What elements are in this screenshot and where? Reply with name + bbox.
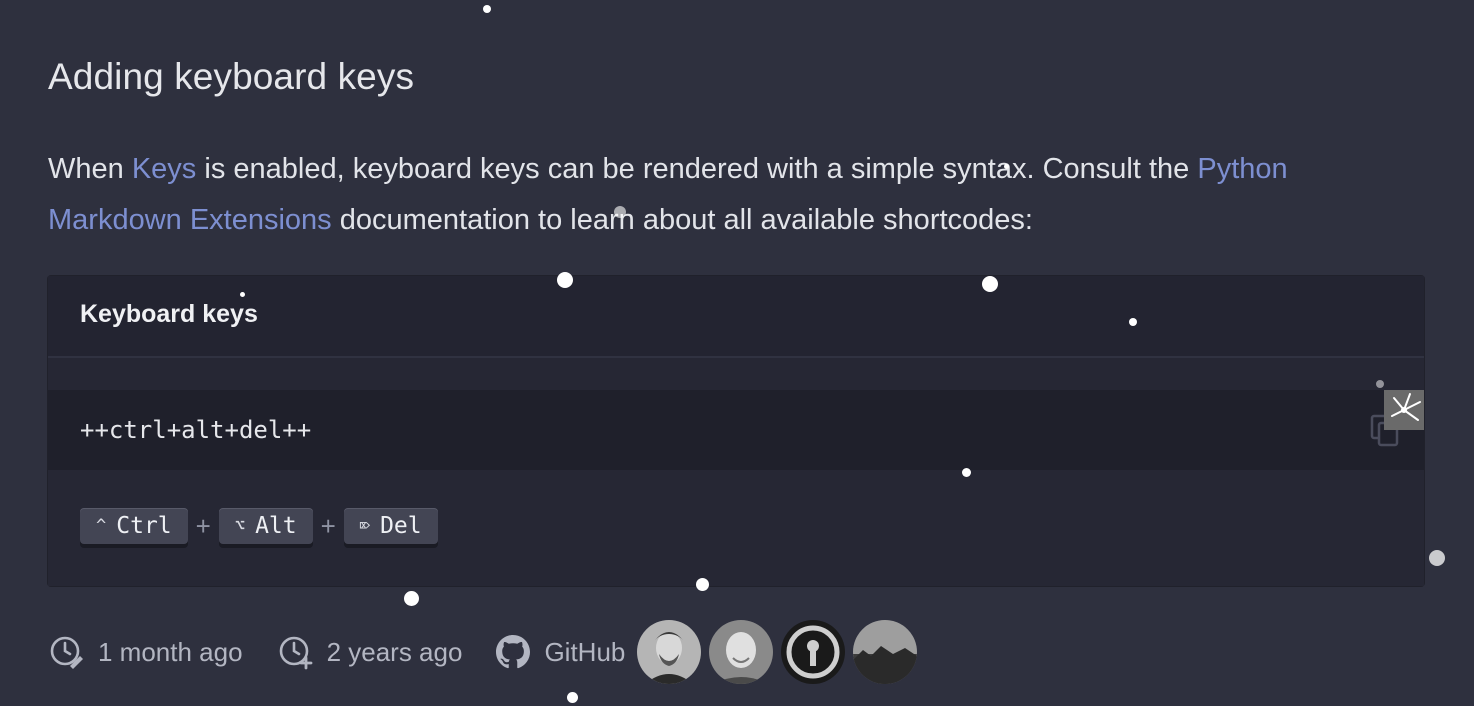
key-ctrl: ^ Ctrl [80, 508, 188, 544]
github-icon [496, 635, 531, 669]
contributor-avatar[interactable] [853, 620, 918, 684]
delete-symbol-icon: ⌦ [359, 516, 371, 536]
key-combo: ^ Ctrl + ⌥ Alt + ⌦ Del [80, 508, 438, 544]
code-block: ++ctrl+alt+del++ [48, 390, 1424, 470]
snow-particle [240, 292, 245, 297]
key-alt: ⌥ Alt [218, 508, 313, 544]
snow-particle [404, 591, 419, 606]
example-title: Keyboard keys [80, 300, 258, 328]
snow-particle [982, 276, 998, 292]
snow-particle [1429, 550, 1445, 566]
contributor-avatar[interactable] [637, 620, 702, 684]
sparkle-overlay [1384, 390, 1424, 430]
key-alt-label: Alt [255, 513, 297, 539]
snow-particle [1004, 164, 1009, 169]
intro-paragraph: When Keys is enabled, keyboard keys can … [48, 144, 1418, 246]
ctrl-symbol-icon: ^ [96, 516, 107, 536]
snow-particle [1129, 318, 1137, 326]
created-date: 2 years ago [277, 634, 463, 670]
page-heading: Adding keyboard keys [48, 56, 415, 97]
clock-edit-icon [50, 636, 83, 669]
key-del: ⌦ Del [343, 508, 438, 544]
snow-particle [962, 468, 971, 477]
created-date-text: 2 years ago [326, 636, 463, 667]
clock-plus-icon [279, 636, 312, 670]
intro-text-3: documentation to learn about all availab… [331, 204, 1033, 236]
source-link-text: GitHub [544, 636, 626, 667]
snow-particle [483, 5, 491, 13]
example-title-bar: Keyboard keys [48, 276, 1424, 358]
key-del-label: Del [380, 513, 422, 539]
last-updated-text: 1 month ago [98, 636, 243, 667]
source-link[interactable]: GitHub [496, 635, 625, 669]
key-separator: + [320, 510, 336, 541]
key-ctrl-label: Ctrl [116, 513, 172, 539]
last-updated: 1 month ago [48, 634, 243, 670]
intro-text-2: is enabled, keyboard keys can be rendere… [196, 153, 1198, 185]
contributors [637, 620, 918, 684]
snow-particle [557, 272, 573, 288]
rendered-output: ^ Ctrl + ⌥ Alt + ⌦ Del [48, 470, 1424, 586]
keys-link[interactable]: Keys [132, 153, 196, 185]
contributor-avatar[interactable] [781, 620, 846, 684]
code-text: ++ctrl+alt+del++ [80, 416, 312, 444]
alt-symbol-icon: ⌥ [234, 516, 246, 536]
page: Adding keyboard keys When Keys is enable… [0, 0, 1474, 706]
snow-particle [1376, 380, 1384, 388]
contributor-avatar[interactable] [709, 620, 774, 684]
key-separator: + [195, 510, 211, 541]
snow-particle [614, 206, 626, 218]
snow-particle [696, 578, 709, 591]
intro-text-1: When [48, 153, 132, 185]
snow-particle [567, 692, 578, 703]
page-meta: 1 month ago 2 years ago GitHub [48, 620, 918, 684]
example-block: Keyboard keys ++ctrl+alt+del++ ^ Ctrl + … [48, 276, 1424, 586]
